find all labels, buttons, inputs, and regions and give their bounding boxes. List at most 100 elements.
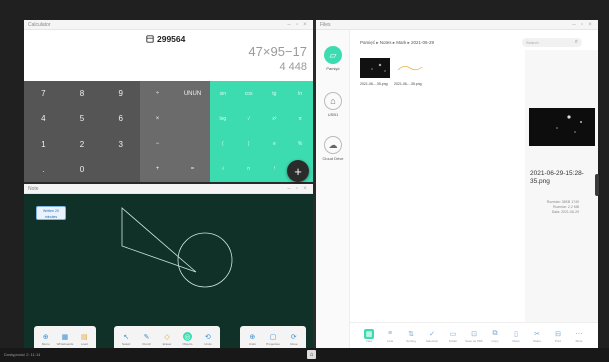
usb-icon: ⌂ (324, 92, 342, 110)
home-icon[interactable]: ⌂ (307, 350, 316, 359)
key-square[interactable]: x² (262, 106, 288, 131)
key-factorial[interactable]: ! (262, 157, 288, 182)
key-op-blank-1[interactable] (175, 106, 210, 131)
key-plus[interactable]: + (140, 157, 175, 182)
load-icon: ▤ (81, 333, 88, 341)
key-tg[interactable]: tg (262, 81, 288, 106)
tool-objects[interactable]: ◎ Objects (177, 332, 197, 346)
search-input[interactable]: Search ⌕ (522, 38, 582, 47)
key-5[interactable]: 5 (63, 106, 102, 131)
tool-add[interactable]: ⊕ Undo (242, 332, 263, 347)
calculator-titlebar[interactable]: Calculator – ▫ × (24, 20, 313, 30)
tool-undo[interactable]: ⟲ Undo (198, 332, 218, 347)
breadcrumb[interactable]: Pamięć ▸ Notes ▸ Mark ▸ 2021-06-29 (360, 40, 434, 46)
list-button[interactable]: ≡ Lists (381, 329, 399, 343)
sidebar-item-storage[interactable]: ▱ Pamięć (316, 46, 350, 71)
folder-button[interactable]: ▭ Folder (444, 329, 462, 343)
tool-load[interactable]: ▤ Load (75, 332, 94, 347)
tool-eraser[interactable]: ◇ Eraser (157, 332, 177, 347)
key-2[interactable]: 2 (63, 132, 102, 157)
operator-pad: ÷ UNUN × − + = (140, 81, 210, 182)
whiteboard-canvas[interactable]: Written 20 minutes ⊕ Menu ▦ Whiteboards ▤ L… (24, 194, 313, 348)
close-icon[interactable]: × (586, 22, 594, 28)
key-root[interactable]: √ (210, 157, 236, 182)
key-pi[interactable]: π (287, 106, 313, 131)
minimize-icon[interactable]: – (285, 186, 293, 192)
restore-icon[interactable]: ▫ (293, 22, 301, 28)
thumb-image-icon (371, 63, 386, 72)
key-9[interactable]: 9 (101, 81, 140, 106)
note-title: Note (28, 185, 39, 192)
toolbar-left-group: ⊕ Menu ▦ Whiteboards ▤ Load (34, 326, 96, 348)
key-e[interactable]: e (262, 132, 288, 157)
key-6[interactable]: 6 (101, 106, 140, 131)
key-decimal[interactable]: . (24, 157, 63, 182)
thumb-sketch-icon (397, 66, 423, 71)
note-titlebar[interactable]: Note – ▫ × (24, 184, 313, 194)
side-panel-handle[interactable] (595, 174, 599, 196)
preview-meta-line: Data: 2021-06-29 (551, 210, 579, 214)
view-button[interactable]: ▦ View (360, 328, 378, 343)
select-icon: ↖ (123, 333, 130, 341)
key-op-blank-2[interactable] (175, 132, 210, 157)
close-icon[interactable]: × (301, 186, 309, 192)
folder-icon: ▭ (449, 330, 457, 338)
key-minus[interactable]: − (140, 132, 175, 157)
key-7[interactable]: 7 (24, 81, 63, 106)
properties-icon: ▢ (269, 333, 277, 341)
key-multiply[interactable]: × (140, 106, 175, 131)
tool-pencil[interactable]: ✎ Pencil (136, 332, 156, 347)
minimize-icon[interactable]: – (570, 22, 578, 28)
sidebar-item-usb[interactable]: ⌂ USB1 (316, 92, 350, 117)
sidebar-item-cloud[interactable]: ☁ Cloud Drive (316, 136, 350, 161)
key-0[interactable]: 0 (63, 157, 102, 182)
minimize-icon[interactable]: – (285, 22, 293, 28)
key-n[interactable]: n (236, 157, 262, 182)
restore-icon[interactable]: ▫ (578, 22, 586, 28)
memory-value: 299564 (157, 34, 186, 44)
files-title: Files (320, 21, 331, 28)
select-button[interactable]: ✓ Selection (423, 329, 441, 343)
files-titlebar[interactable]: Files – ▫ × (316, 20, 598, 30)
tool-select[interactable]: ↖ Select (116, 332, 136, 347)
key-percent[interactable]: % (287, 132, 313, 157)
key-divide[interactable]: ÷ (140, 81, 175, 106)
key-sin[interactable]: sin (210, 81, 236, 106)
print-button[interactable]: ⊟ Print (549, 329, 567, 343)
add-fab-button[interactable]: + (287, 160, 309, 182)
tool-properties[interactable]: ▢ Properties (263, 332, 284, 347)
file-thumb-2[interactable] (394, 58, 424, 78)
key-4[interactable]: 4 (24, 106, 63, 131)
pdf-button[interactable]: ⊡ Save as PDF (465, 329, 483, 343)
key-clear[interactable]: UNUN (175, 81, 210, 106)
key-ln[interactable]: ln (287, 81, 313, 106)
key-8[interactable]: 8 (63, 81, 102, 106)
key-blank[interactable] (101, 157, 140, 182)
key-1[interactable]: 1 (24, 132, 63, 157)
key-open-paren[interactable]: ( (210, 132, 236, 157)
copy-button[interactable]: ⧉ Copy (486, 329, 504, 343)
move-button[interactable]: ▯ Move (507, 329, 525, 343)
search-icon[interactable]: ⌕ (575, 38, 578, 47)
close-icon[interactable]: × (301, 22, 309, 28)
file-name-2[interactable]: 2021-06-...35.png (394, 82, 422, 86)
memory-indicator: 299564 (146, 34, 185, 44)
storage-icon: ▱ (324, 46, 342, 64)
share-icon: ✂ (534, 330, 540, 338)
key-log[interactable]: log (210, 106, 236, 131)
key-3[interactable]: 3 (101, 132, 140, 157)
restore-icon[interactable]: ▫ (293, 186, 301, 192)
key-cos[interactable]: cos (236, 81, 262, 106)
key-close-paren[interactable]: ) (236, 132, 262, 157)
objects-icon: ◎ (182, 332, 192, 341)
file-name-1[interactable]: 2021-06-...35.png (360, 82, 388, 86)
more-button[interactable]: ⋯ More (570, 329, 588, 343)
key-equals[interactable]: = (175, 157, 210, 182)
tool-whiteboards[interactable]: ▦ Whiteboards (55, 332, 74, 347)
key-sqrt[interactable]: √ (236, 106, 262, 131)
share-button[interactable]: ✂ Share (528, 329, 546, 343)
tool-close[interactable]: ⟳ Close (283, 332, 304, 347)
tool-menu[interactable]: ⊕ Menu (36, 332, 55, 347)
file-thumb-1[interactable] (360, 58, 390, 78)
sort-button[interactable]: ⇅ Sorting (402, 329, 420, 343)
